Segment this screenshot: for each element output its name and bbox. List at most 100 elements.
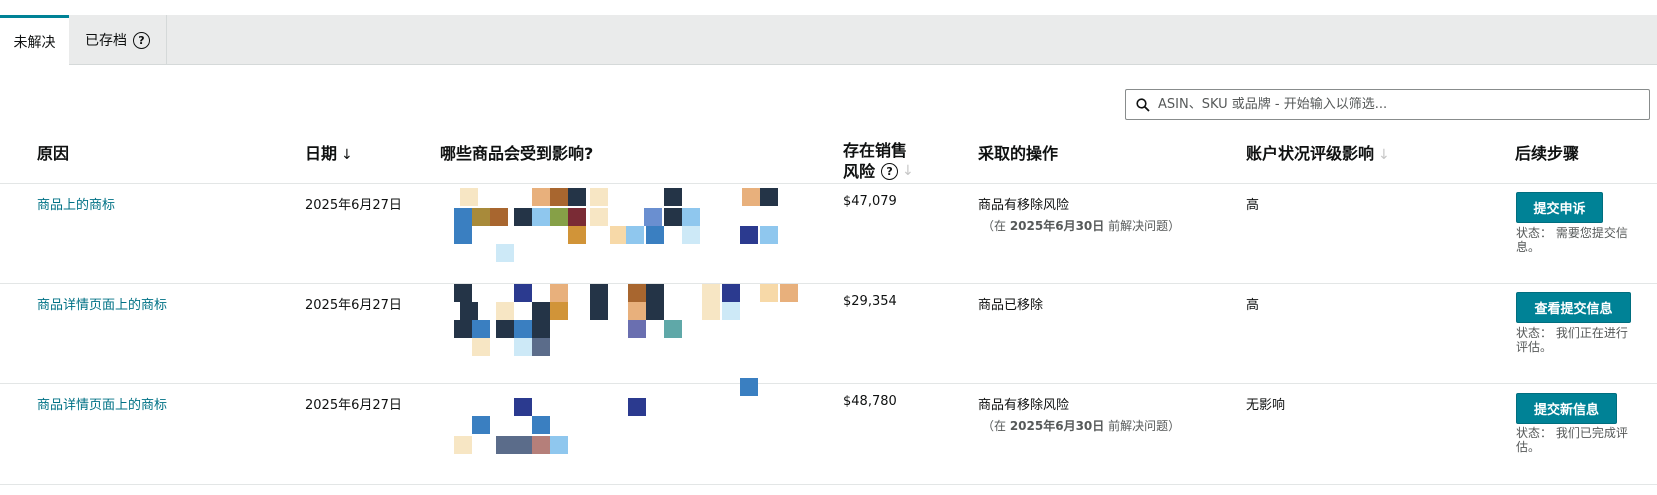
pixel-block — [626, 226, 644, 244]
submit-new-info-button[interactable]: 提交新信息 — [1516, 393, 1617, 424]
divider — [0, 183, 1657, 184]
action-note-prefix: （在 — [982, 219, 1010, 233]
action-cell: 商品有移除风险 （在 2025年6月30日 前解决问题） — [978, 394, 1180, 434]
pixel-block — [496, 244, 514, 262]
pixel-block — [514, 338, 532, 356]
pixel-block — [454, 320, 472, 338]
pixelation-blocks — [454, 188, 798, 454]
pixel-block — [722, 284, 740, 302]
date-cell: 2025年6月27日 — [305, 398, 402, 413]
pixel-block — [532, 302, 550, 320]
column-header-sales-risk-line2: 风险 — [843, 162, 876, 181]
pixel-block — [628, 398, 646, 416]
tab-bar: 未解决 已存档 ? — [0, 15, 1657, 66]
pixel-block — [532, 188, 550, 206]
column-header-date[interactable]: 日期 ↓ — [305, 140, 353, 164]
view-submission-button[interactable]: 查看提交信息 — [1516, 292, 1631, 323]
action-note-suffix: 前解决问题） — [1104, 219, 1181, 233]
status-text: 状态： 我们已完成评估。 — [1516, 426, 1628, 454]
sort-arrow-icon[interactable]: ↓ — [902, 161, 914, 182]
column-header-reason: 原因 — [37, 140, 69, 164]
question-circle-icon[interactable]: ? — [881, 163, 899, 180]
column-header-action-label: 采取的操作 — [978, 144, 1059, 163]
pixel-block — [664, 208, 682, 226]
pixel-block — [568, 188, 586, 206]
action-text: 商品有移除风险 — [978, 398, 1070, 413]
pixel-block — [532, 338, 550, 356]
action-note: （在 2025年6月30日 前解决问题） — [978, 217, 1180, 234]
date-cell: 2025年6月27日 — [305, 198, 402, 213]
column-header-sales-risk[interactable]: 存在销售 风险 ? ↓ — [843, 140, 914, 182]
action-cell: 商品有移除风险 （在 2025年6月30日 前解决问题） — [978, 194, 1180, 234]
sort-arrow-icon[interactable]: ↓ — [1378, 147, 1390, 163]
pixel-block — [550, 436, 568, 454]
pixel-block — [722, 302, 740, 320]
column-header-next-steps: 后续步骤 — [1515, 140, 1579, 164]
pixel-block — [496, 436, 514, 454]
pixel-block — [514, 436, 532, 454]
pixel-block — [780, 284, 798, 302]
pixel-block — [472, 320, 490, 338]
action-text: 商品有移除风险 — [978, 198, 1070, 213]
pixel-block — [740, 226, 758, 244]
pixel-block — [628, 302, 646, 320]
pixel-block — [472, 338, 490, 356]
submit-appeal-button[interactable]: 提交申诉 — [1516, 192, 1603, 223]
pixel-block — [702, 302, 720, 320]
reason-link[interactable]: 商品详情页面上的商标 — [37, 394, 167, 413]
tab-unresolved[interactable]: 未解决 — [0, 15, 69, 66]
pixel-block — [664, 320, 682, 338]
tab-archived[interactable]: 已存档 ? — [69, 15, 167, 65]
pixel-block — [760, 188, 778, 206]
pixel-block — [590, 188, 608, 206]
column-header-reason-label: 原因 — [37, 144, 70, 163]
pixel-block — [682, 226, 700, 244]
pixel-block — [760, 284, 778, 302]
action-note-suffix: 前解决问题） — [1104, 419, 1181, 433]
impact-cell: 高 — [1246, 198, 1260, 213]
reason-link[interactable]: 商品上的商标 — [37, 194, 115, 213]
divider — [0, 283, 1657, 284]
pixel-block — [568, 226, 586, 244]
column-header-impact[interactable]: 账户状况评级影响 ↓ — [1246, 140, 1390, 164]
pixel-block — [460, 188, 478, 206]
column-header-impact-label: 账户状况评级影响 — [1246, 144, 1375, 163]
action-note-date: 2025年6月30日 — [1009, 419, 1105, 433]
pixel-block — [646, 284, 664, 302]
sort-arrow-icon[interactable]: ↓ — [341, 147, 353, 163]
pixel-block — [514, 320, 532, 338]
pixel-block — [590, 284, 608, 302]
divider — [0, 484, 1657, 485]
pixel-block — [454, 284, 472, 302]
impact-cell: 无影响 — [1246, 398, 1286, 413]
column-header-affected: 哪些商品会受到影响? — [440, 140, 593, 164]
pixel-block — [682, 208, 700, 226]
column-header-sales-risk-line1: 存在销售 — [843, 141, 908, 160]
action-note: （在 2025年6月30日 前解决问题） — [978, 417, 1180, 434]
pixel-block — [472, 208, 490, 226]
pixel-block — [496, 302, 514, 320]
pixel-block — [460, 302, 478, 320]
pixel-block — [646, 226, 664, 244]
pixel-block — [514, 398, 532, 416]
tab-unresolved-label: 未解决 — [13, 35, 56, 51]
search-icon — [1136, 97, 1150, 112]
pixel-block — [740, 378, 758, 396]
reason-link[interactable]: 商品详情页面上的商标 — [37, 294, 167, 313]
pixel-block — [454, 208, 472, 226]
search-box[interactable] — [1125, 89, 1650, 120]
question-circle-icon[interactable]: ? — [133, 31, 150, 49]
pixel-block — [628, 284, 646, 302]
pixel-block — [568, 208, 586, 226]
pixel-block — [550, 188, 568, 206]
pixel-block — [496, 320, 514, 338]
column-header-action: 采取的操作 — [978, 140, 1058, 164]
pixel-block — [742, 188, 760, 206]
search-input[interactable] — [1158, 97, 1649, 112]
pixel-block — [532, 436, 550, 454]
sales-risk-cell: $48,780 — [843, 394, 897, 409]
divider — [0, 383, 1657, 384]
pixel-block — [590, 208, 608, 226]
column-header-date-label: 日期 — [305, 144, 338, 163]
sales-risk-cell: $47,079 — [843, 194, 897, 209]
